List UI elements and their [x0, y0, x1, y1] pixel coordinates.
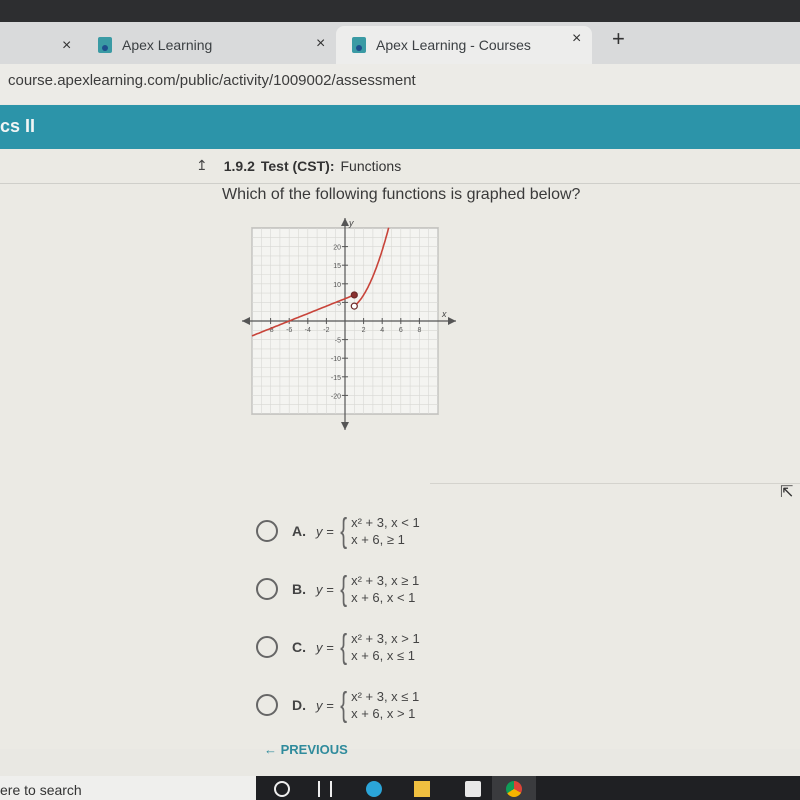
answer-option-a[interactable]: A. y = { x² + 3, x < 1 x + 6, ≥ 1	[256, 514, 420, 548]
close-tab-icon[interactable]: ×	[572, 30, 581, 48]
y-tick-label: 10	[333, 282, 341, 289]
x-tick-label: 8	[417, 327, 421, 334]
new-tab-button[interactable]: +	[612, 26, 625, 52]
tab-apex-learning[interactable]: Apex Learning	[98, 30, 212, 60]
divider	[430, 483, 800, 484]
mouse-cursor-icon: ⇱	[780, 484, 794, 501]
case-1: x² + 3, x ≤ 1	[351, 689, 420, 704]
option-prefix: y =	[316, 639, 334, 655]
activity-code: 1.9.2	[223, 157, 255, 174]
brace-icon: {	[339, 512, 347, 550]
piecewise-cases: x² + 3, x > 1 x + 6, x ≤ 1	[351, 630, 420, 664]
y-axis-arrow-down	[341, 422, 349, 430]
tab-apex-learning-courses[interactable]: Apex Learning - Courses	[336, 26, 592, 64]
apex-favicon-icon	[98, 37, 112, 53]
brace-icon: {	[339, 686, 347, 724]
option-letter: D.	[292, 697, 306, 713]
answer-option-b[interactable]: B. y = { x² + 3, x ≥ 1 x + 6, x < 1	[256, 572, 419, 606]
tab-label: Apex Learning - Courses	[376, 37, 531, 53]
piecewise-cases: x² + 3, x ≤ 1 x + 6, x > 1	[351, 688, 419, 722]
radio-button[interactable]	[256, 520, 278, 542]
answer-option-d[interactable]: D. y = { x² + 3, x ≤ 1 x + 6, x > 1	[256, 688, 419, 722]
function-graph: xy-8 -6 -4 -2 2 4 6 82015105-5-10-15-20	[242, 218, 456, 430]
piecewise-cases: x² + 3, x ≥ 1 x + 6, x < 1	[351, 572, 419, 606]
edge-icon[interactable]	[366, 781, 382, 797]
option-letter: C.	[292, 639, 306, 655]
breadcrumb: ↥ 1.9.2 Test (CST): Functions	[196, 157, 401, 174]
y-tick-label: -15	[331, 375, 341, 382]
x-tick-label: 4	[380, 327, 384, 334]
radio-button[interactable]	[256, 636, 278, 658]
case-2: x + 6, x < 1	[351, 590, 416, 605]
y-tick-label: -5	[335, 338, 341, 345]
answer-option-c[interactable]: C. y = { x² + 3, x > 1 x + 6, x ≤ 1	[256, 630, 420, 664]
case-1: x² + 3, x ≥ 1	[351, 573, 420, 588]
option-letter: B.	[292, 581, 306, 597]
store-icon[interactable]	[465, 781, 481, 797]
brace-icon: {	[339, 628, 347, 666]
task-view-icon[interactable]	[318, 781, 332, 797]
option-prefix: y =	[316, 697, 334, 713]
case-1: x² + 3, x < 1	[351, 515, 420, 530]
arrow-left-icon: ←	[264, 742, 281, 757]
y-axis-label: y	[348, 218, 354, 228]
url-text[interactable]: course.apexlearning.com/public/activity/…	[8, 72, 416, 89]
activity-kind: Test (CST):	[260, 157, 335, 174]
y-tick-label: -20	[331, 393, 341, 400]
previous-button[interactable]: ← PREVIOUS	[264, 742, 348, 757]
course-title: cs II	[0, 116, 36, 136]
piecewise-cases: x² + 3, x < 1 x + 6, ≥ 1	[351, 514, 420, 548]
case-2: x + 6, x > 1	[351, 706, 416, 721]
case-2: x + 6, x ≤ 1	[351, 648, 415, 663]
apex-favicon-icon	[352, 37, 366, 53]
case-2: x + 6, ≥ 1	[351, 532, 405, 547]
x-tick-label: 6	[399, 327, 403, 334]
taskbar-search-text[interactable]: ere to search	[0, 782, 82, 798]
y-axis-arrow-up	[341, 218, 349, 226]
cortana-icon[interactable]	[274, 781, 290, 797]
radio-button[interactable]	[256, 578, 278, 600]
option-prefix: y =	[316, 523, 334, 539]
closed-endpoint	[350, 291, 358, 299]
previous-label: PREVIOUS	[280, 742, 348, 757]
course-banner	[0, 105, 800, 149]
question-text: Which of the following functions is grap…	[222, 186, 581, 203]
brace-icon: {	[339, 570, 347, 608]
x-axis-arrow-left	[242, 317, 250, 325]
divider	[0, 183, 800, 184]
case-1: x² + 3, x > 1	[351, 631, 420, 646]
x-axis-arrow-right	[448, 317, 456, 325]
x-tick-label: -2	[323, 327, 329, 334]
chrome-icon[interactable]	[506, 781, 522, 797]
x-tick-label: -6	[286, 327, 292, 334]
x-tick-label: 2	[362, 327, 366, 334]
file-explorer-icon[interactable]	[414, 781, 430, 797]
screen-bezel	[0, 0, 800, 24]
y-tick-label: 20	[333, 245, 341, 252]
x-tick-label: -4	[305, 327, 311, 334]
option-letter: A.	[292, 523, 306, 539]
activity-topic: Functions	[340, 157, 402, 174]
close-tab-icon[interactable]: ×	[316, 35, 325, 53]
close-tab-icon[interactable]: ×	[62, 37, 71, 55]
radio-button[interactable]	[256, 694, 278, 716]
option-prefix: y =	[316, 581, 334, 597]
x-axis-label: x	[441, 309, 447, 319]
y-tick-label: 15	[333, 263, 341, 270]
tab-label: Apex Learning	[122, 37, 213, 53]
y-tick-label: -10	[331, 356, 341, 363]
open-endpoint	[350, 302, 358, 310]
up-arrow-icon[interactable]: ↥	[196, 157, 208, 174]
